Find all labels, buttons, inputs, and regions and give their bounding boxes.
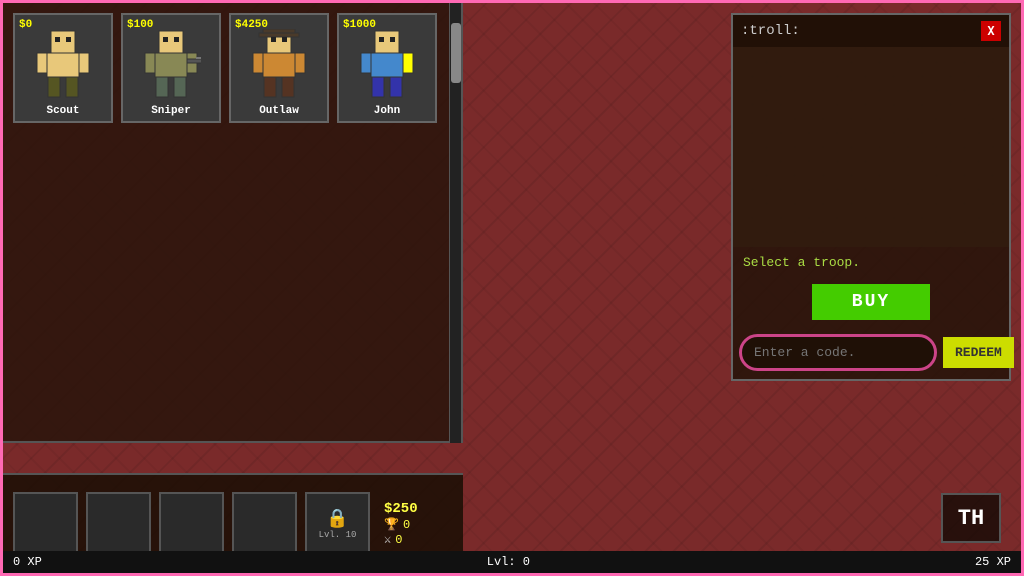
outlaw-name: Outlaw bbox=[259, 105, 299, 121]
scout-price: $0 bbox=[19, 19, 32, 31]
right-panel: :troll: X Select a troop. BUY REDEEM bbox=[731, 13, 1011, 381]
troop-grid: $0 Scout bbox=[3, 3, 461, 133]
sniper-figure bbox=[136, 26, 206, 101]
trophy-stat: 🏆 0 bbox=[384, 517, 418, 532]
left-panel: $0 Scout bbox=[3, 3, 463, 443]
troop-card-scout[interactable]: $0 Scout bbox=[13, 13, 113, 123]
code-input[interactable] bbox=[739, 334, 937, 371]
john-figure bbox=[352, 26, 422, 101]
panel-header: :troll: X bbox=[733, 15, 1009, 47]
xp-right: 25 XP bbox=[975, 555, 1011, 569]
scrollbar[interactable] bbox=[449, 3, 461, 443]
sniper-price: $100 bbox=[127, 19, 153, 31]
code-section: REDEEM bbox=[733, 326, 1009, 379]
select-troop-text: Select a troop. bbox=[733, 247, 1009, 278]
inventory-slot-1[interactable] bbox=[13, 492, 78, 557]
troop-card-sniper[interactable]: $100 Sniper bbox=[121, 13, 221, 123]
kill-count: 0 bbox=[395, 533, 402, 547]
buy-button[interactable]: BUY bbox=[812, 284, 930, 320]
kill-stat: ⚔ 0 bbox=[384, 532, 418, 547]
inventory-slot-2[interactable] bbox=[86, 492, 151, 557]
money-display: $250 bbox=[384, 501, 418, 517]
trophy-count: 0 bbox=[403, 518, 410, 532]
inventory-slot-3[interactable] bbox=[159, 492, 224, 557]
xp-left: 0 XP bbox=[13, 555, 42, 569]
xp-middle: Lvl: 0 bbox=[487, 555, 530, 569]
inventory-slot-4[interactable] bbox=[232, 492, 297, 557]
troop-preview-area bbox=[733, 47, 1009, 247]
sword-icon: ⚔ bbox=[384, 532, 391, 547]
scout-name: Scout bbox=[46, 105, 79, 121]
trophy-icon: 🏆 bbox=[384, 517, 399, 532]
scroll-thumb[interactable] bbox=[451, 23, 461, 83]
troll-text: :troll: bbox=[741, 23, 800, 39]
john-price: $1000 bbox=[343, 19, 376, 31]
troop-card-outlaw[interactable]: $4250 Outlaw bbox=[229, 13, 329, 123]
th-logo: TH bbox=[941, 493, 1001, 543]
level-requirement: Lvl. 10 bbox=[319, 530, 357, 540]
inventory-slot-5-locked: 🔒 Lvl. 10 bbox=[305, 492, 370, 557]
close-button[interactable]: X bbox=[981, 21, 1001, 41]
troop-card-john[interactable]: $1000 John bbox=[337, 13, 437, 123]
sniper-name: Sniper bbox=[151, 105, 191, 121]
outlaw-figure bbox=[244, 26, 314, 101]
outlaw-price: $4250 bbox=[235, 19, 268, 31]
logo-text: TH bbox=[958, 506, 984, 531]
scout-figure bbox=[28, 26, 98, 101]
redeem-button[interactable]: REDEEM bbox=[943, 337, 1014, 368]
lock-icon: 🔒 bbox=[326, 508, 348, 530]
xp-bar: 0 XP Lvl: 0 25 XP bbox=[3, 551, 1021, 573]
stats-area: $250 🏆 0 ⚔ 0 bbox=[384, 501, 418, 547]
john-name: John bbox=[374, 105, 400, 121]
